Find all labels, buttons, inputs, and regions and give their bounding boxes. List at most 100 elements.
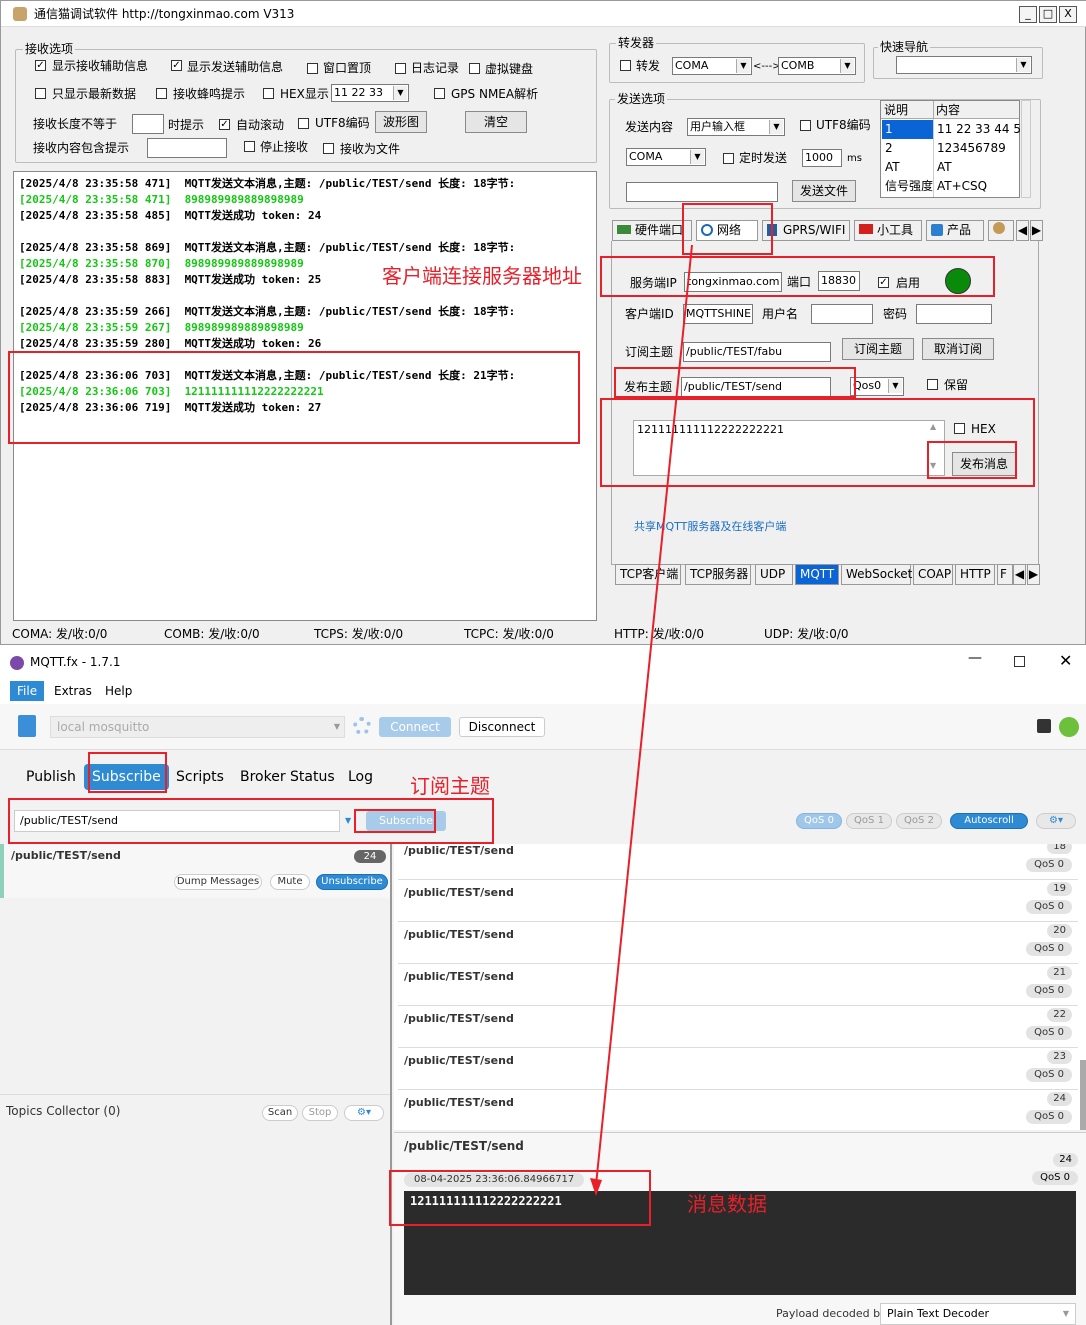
hex-display-checkbox[interactable] <box>263 88 274 99</box>
collector-gear-icon[interactable]: ⚙▾ <box>344 1105 384 1121</box>
table-row[interactable]: 1 <box>882 120 934 139</box>
tab-scripts[interactable]: Scripts <box>176 764 224 790</box>
send-utf8-checkbox[interactable] <box>800 120 811 131</box>
forward-port-a[interactable]: COMA ▼ <box>672 57 752 75</box>
tab-coap[interactable]: COAP <box>913 564 953 585</box>
qos0-button[interactable]: QoS 0 <box>796 813 842 829</box>
table-cell[interactable]: 123456789 <box>937 140 1006 156</box>
decoder-select[interactable]: Plain Text Decoder ▼ <box>880 1303 1076 1325</box>
pub-topic-input[interactable]: /public/TEST/send <box>681 377 831 397</box>
clear-button[interactable]: 清空 <box>465 111 527 133</box>
menu-help[interactable]: Help <box>105 681 132 701</box>
send-content-combo[interactable]: 用户输入框 ▼ <box>687 118 785 136</box>
tab-udp[interactable]: UDP <box>755 564 793 585</box>
messages-scrollbar[interactable] <box>1080 1060 1086 1130</box>
hex-checkbox[interactable] <box>954 423 965 434</box>
disconnect-button[interactable]: Disconnect <box>459 717 545 737</box>
send-file-path[interactable] <box>626 182 778 202</box>
tab-publish[interactable]: Publish <box>26 764 76 790</box>
retain-checkbox[interactable] <box>927 379 938 390</box>
interval-input[interactable]: 1000 <box>802 149 842 167</box>
message-row[interactable]: /public/TEST/send 22 QoS 0 <box>398 1006 1078 1048</box>
tab-network[interactable]: 网络 <box>696 220 758 241</box>
tab-websockets[interactable]: WebSockets <box>841 564 919 585</box>
client-id-input[interactable]: MQTTSHINE <box>683 304 753 324</box>
message-row[interactable]: /public/TEST/send 23 QoS 0 <box>398 1048 1078 1090</box>
autoscroll-button[interactable]: Autoscroll <box>950 813 1028 829</box>
tab-scroll-left[interactable]: ◀ <box>1013 564 1026 585</box>
gps-nmea-checkbox[interactable] <box>434 88 445 99</box>
tab-broker-status[interactable]: Broker Status <box>240 764 335 790</box>
message-textarea[interactable]: 121111111112222222221 <box>633 420 945 476</box>
table-cell[interactable]: 2 <box>885 140 893 156</box>
forward-checkbox[interactable] <box>620 60 631 71</box>
chevron-down-icon[interactable]: ▼ <box>345 816 351 825</box>
maximize-button[interactable]: □ <box>1039 6 1057 23</box>
scroll-down-icon[interactable]: ▼ <box>930 461 936 470</box>
subscription-item[interactable]: /public/TEST/send 24 Dump Messages Mute … <box>0 844 390 898</box>
maximize-icon[interactable] <box>1014 656 1025 667</box>
subscribe-topic-button[interactable]: 订阅主题 <box>842 338 914 360</box>
tab-scroll-right[interactable]: ▶ <box>1030 220 1043 241</box>
utf8-recv-checkbox[interactable] <box>298 118 309 129</box>
mute-button[interactable]: Mute <box>270 874 310 890</box>
stop-recv-checkbox[interactable] <box>244 141 255 152</box>
receive-log[interactable]: [2025/4/8 23:35:58 471] MQTT发送文本消息,主题: /… <box>13 171 597 621</box>
scroll-up-icon[interactable]: ▲ <box>930 422 936 431</box>
table-cell[interactable]: 11 22 33 44 55 <box>937 121 1029 137</box>
forward-port-b[interactable]: COMB ▼ <box>778 57 856 75</box>
publish-message-button[interactable]: 发布消息 <box>952 452 1016 476</box>
enable-checkbox[interactable]: ✓ <box>878 277 889 288</box>
message-row[interactable]: /public/TEST/send 18 QoS 0 <box>398 844 1078 880</box>
close-icon[interactable]: ✕ <box>1059 651 1072 670</box>
tab-tools[interactable]: 小工具 <box>854 220 922 241</box>
minimize-icon[interactable]: — <box>968 650 982 666</box>
tab-gprs-wifi[interactable]: GPRS/WIFI <box>762 220 850 241</box>
hex-sample-combo[interactable]: 11 22 33 ▼ <box>331 84 409 102</box>
unsubscribe-button[interactable]: Unsubscribe <box>316 874 388 890</box>
tab-mqtt[interactable]: MQTT <box>795 564 839 585</box>
log-record-checkbox[interactable] <box>395 63 406 74</box>
message-row[interactable]: /public/TEST/send 19 QoS 0 <box>398 880 1078 922</box>
tab-hardware-port[interactable]: 硬件端口 <box>612 220 692 241</box>
port-input[interactable]: 18830 <box>818 271 860 291</box>
tab-more[interactable]: F <box>997 564 1013 585</box>
show-recv-aux-checkbox[interactable]: ✓ <box>35 60 46 71</box>
table-scrollbar[interactable] <box>1021 100 1031 198</box>
dump-messages-button[interactable]: Dump Messages <box>174 874 262 890</box>
recv-to-file-checkbox[interactable] <box>323 143 334 154</box>
show-send-aux-checkbox[interactable]: ✓ <box>171 60 182 71</box>
table-cell[interactable]: AT <box>937 159 952 175</box>
gear-icon[interactable] <box>353 717 371 735</box>
tab-log[interactable]: Log <box>348 764 373 790</box>
profile-select[interactable]: local mosquitto ▼ <box>50 716 345 738</box>
menu-extras[interactable]: Extras <box>54 681 92 701</box>
table-cell[interactable]: AT <box>885 159 900 175</box>
connect-button[interactable]: Connect <box>379 717 451 737</box>
unsubscribe-button[interactable]: 取消订阅 <box>922 338 994 360</box>
close-button[interactable]: X <box>1059 6 1077 23</box>
subscribe-topic-input[interactable]: /public/TEST/send <box>14 810 340 832</box>
message-row[interactable]: /public/TEST/send 20 QoS 0 <box>398 922 1078 964</box>
username-input[interactable] <box>811 304 873 324</box>
timed-send-checkbox[interactable] <box>723 153 734 164</box>
scan-button[interactable]: Scan <box>262 1105 298 1121</box>
password-input[interactable] <box>916 304 992 324</box>
stop-button[interactable]: Stop <box>302 1105 338 1121</box>
table-cell[interactable]: AT+CSQ <box>937 178 987 194</box>
table-cell[interactable]: 信号强度 <box>885 178 933 194</box>
recv-contains-input[interactable] <box>147 138 227 158</box>
minimize-button[interactable]: _ <box>1019 6 1037 23</box>
waveform-button[interactable]: 波形图 <box>375 111 427 133</box>
tab-subscribe[interactable]: Subscribe <box>84 764 169 790</box>
virtual-keyboard-checkbox[interactable] <box>469 63 480 74</box>
tab-more[interactable] <box>988 220 1014 241</box>
send-port-combo[interactable]: COMA ▼ <box>626 148 706 166</box>
share-link[interactable]: 共享MQTT服务器及在线客户端 <box>634 519 786 535</box>
recv-len-input[interactable] <box>132 114 164 134</box>
server-ip-input[interactable]: tongxinmao.com <box>684 272 782 292</box>
tab-scroll-right[interactable]: ▶ <box>1027 564 1040 585</box>
qos1-button[interactable]: QoS 1 <box>846 813 892 829</box>
tab-scroll-left[interactable]: ◀ <box>1016 220 1029 241</box>
recv-beep-checkbox[interactable] <box>156 88 167 99</box>
